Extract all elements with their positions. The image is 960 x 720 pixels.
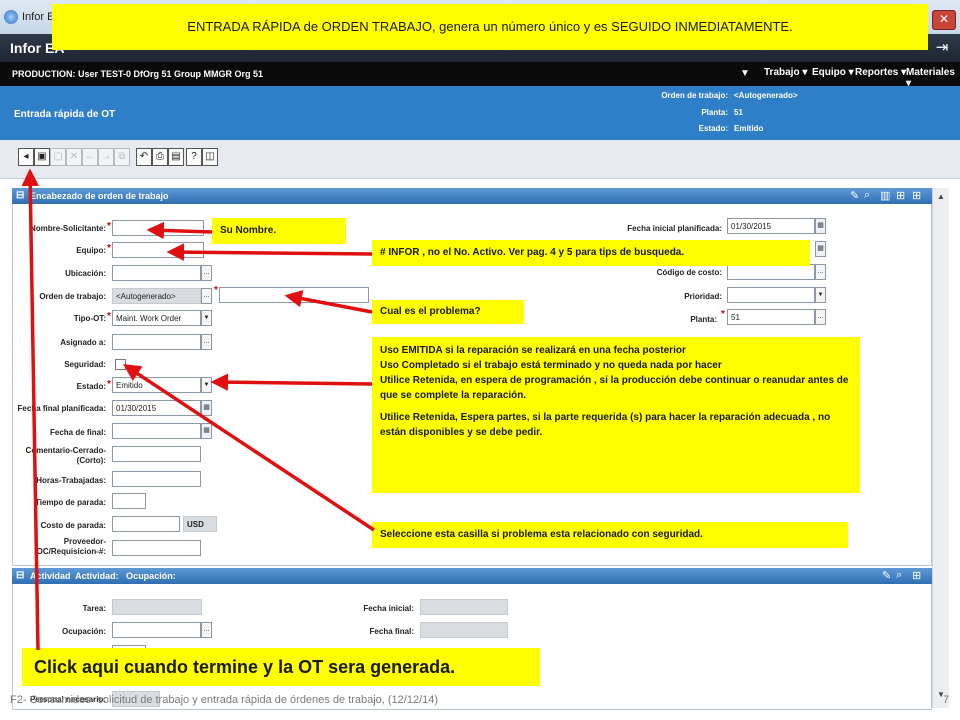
- annotation-arrows: [21, 168, 375, 651]
- arrow-click: [21, 168, 40, 651]
- arrow-estado: [210, 373, 373, 391]
- arrow-equipo: [166, 243, 373, 261]
- arrow-nombre: [146, 221, 213, 240]
- arrow-seguridad: [123, 364, 375, 532]
- arrow-problema: [284, 290, 373, 314]
